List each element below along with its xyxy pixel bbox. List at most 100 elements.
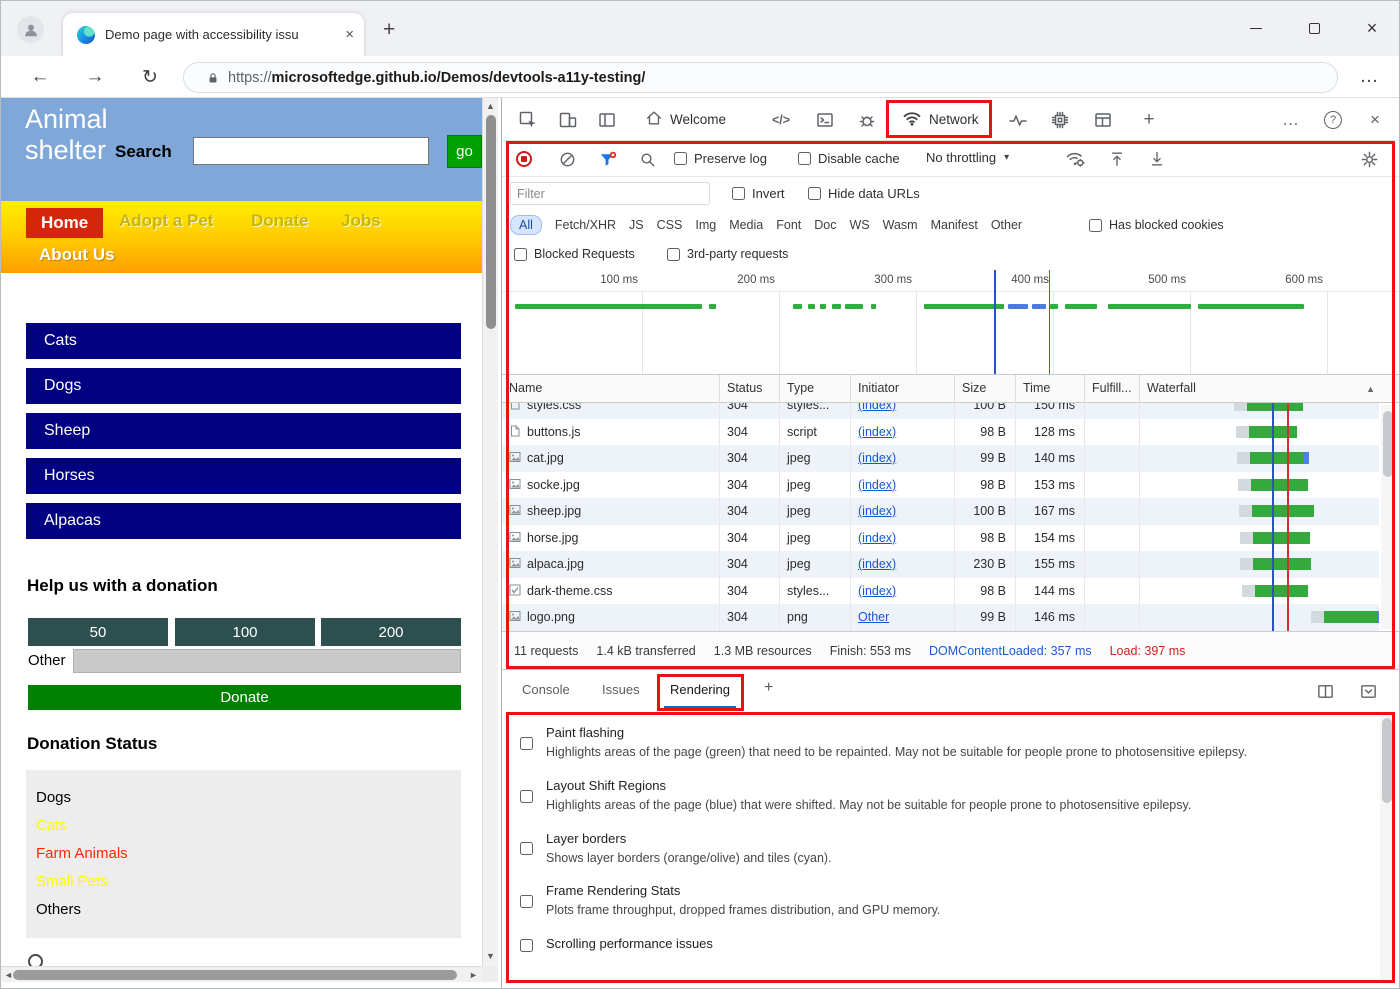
debugger-tab-icon[interactable] [856,109,878,131]
console-tab-icon[interactable] [814,109,836,131]
network-overview-timeline[interactable]: 100 ms200 ms300 ms400 ms500 ms600 ms [502,270,1400,375]
rendering-scrollbar[interactable] [1380,714,1394,984]
devtools-close-button[interactable]: × [1364,109,1386,131]
request-initiator-link[interactable]: (index) [850,525,954,552]
resource-filter-font[interactable]: Font [776,218,801,232]
resource-filter-other[interactable]: Other [991,218,1022,232]
drawer-tab-console[interactable]: Console [522,682,570,697]
active-browser-tab[interactable]: Demo page with accessibility issu × [63,13,364,56]
rendering-option-checkbox[interactable] [520,790,533,803]
scroll-down-icon[interactable]: ▼ [486,951,495,961]
network-request-row[interactable]: socke.jpg304jpeg(index)98 B153 ms [502,472,1379,499]
browser-menu-button[interactable]: … [1356,64,1382,90]
resource-filter-doc[interactable]: Doc [814,218,836,232]
rendering-option-checkbox[interactable] [520,842,533,855]
table-scrollbar[interactable] [1381,405,1395,629]
expand-drawer-icon[interactable] [1357,680,1379,702]
clear-network-log-icon[interactable] [556,148,578,170]
search-icon[interactable] [636,148,658,170]
add-drawer-tab-button[interactable]: + [764,679,773,697]
resource-filter-ws[interactable]: WS [849,218,869,232]
column-header-size[interactable]: Size [954,375,1015,403]
window-close-button[interactable]: × [1357,15,1387,41]
forward-button[interactable]: → [82,64,108,90]
column-header-status[interactable]: Status [719,375,779,403]
import-har-icon[interactable] [1106,148,1128,170]
memory-tab-icon[interactable] [1049,109,1071,131]
drawer-tab-rendering[interactable]: Rendering [670,682,730,697]
nav-item-jobs[interactable]: Jobs [341,211,381,231]
has-blocked-cookies-checkbox[interactable] [1089,219,1102,232]
invert-checkbox[interactable] [732,187,745,200]
nav-item-home[interactable]: Home [26,208,103,238]
animal-link-sheep[interactable]: Sheep [26,413,461,449]
blocked-requests-checkbox[interactable] [514,248,527,261]
devtools-help-button[interactable]: ? [1322,109,1344,131]
application-tab-icon[interactable] [1092,109,1114,131]
site-search-input[interactable] [193,137,429,165]
resource-filter-fetch-xhr[interactable]: Fetch/XHR [555,218,616,232]
nav-item-about-us[interactable]: About Us [39,245,115,265]
request-initiator-link[interactable]: (index) [850,403,954,419]
third-party-requests-checkbox[interactable] [667,248,680,261]
request-initiator-link[interactable]: (index) [850,551,954,578]
scroll-up-icon[interactable]: ▲ [486,101,495,111]
network-conditions-icon[interactable] [1064,148,1086,170]
request-initiator-link[interactable]: Other [850,604,954,631]
other-amount-input[interactable] [73,649,461,673]
resource-filter-css[interactable]: CSS [657,218,683,232]
network-request-row[interactable]: alpaca.jpg304jpeg(index)230 B155 ms [502,551,1379,578]
hide-data-urls-checkbox[interactable] [808,187,821,200]
export-har-icon[interactable] [1146,148,1168,170]
sort-indicator-icon[interactable]: ▲ [1366,384,1375,394]
request-initiator-link[interactable]: (index) [850,498,954,525]
more-tabs-button[interactable]: + [1138,109,1160,131]
network-request-row[interactable]: horse.jpg304jpeg(index)98 B154 ms [502,525,1379,552]
address-bar[interactable]: https://microsoftedge.github.io/Demos/de… [183,62,1338,93]
resource-filter-wasm[interactable]: Wasm [883,218,918,232]
page-horizontal-scrollbar[interactable]: ◄ ► [1,966,482,982]
column-header-waterfall[interactable]: Waterfall [1139,375,1379,403]
request-initiator-link[interactable]: (index) [850,472,954,499]
device-emulation-icon[interactable] [557,109,579,131]
drawer-tab-issues[interactable]: Issues [602,682,640,697]
profile-avatar-icon[interactable] [17,16,44,43]
maximize-button[interactable] [1299,15,1329,41]
rendering-option-checkbox[interactable] [520,939,533,952]
disable-cache-checkbox[interactable] [798,152,811,165]
request-initiator-link[interactable]: (index) [850,445,954,472]
nav-item-donate[interactable]: Donate [251,211,309,231]
drawer-layout-icon[interactable] [1314,680,1336,702]
rendering-option-checkbox[interactable] [520,737,533,750]
inspect-element-icon[interactable] [517,109,539,131]
preserve-log-checkbox[interactable] [674,152,687,165]
new-tab-button[interactable]: + [383,18,395,42]
network-filter-input[interactable] [510,182,710,205]
record-network-log-button[interactable] [516,151,532,167]
table-scroll-thumb[interactable] [1383,411,1393,477]
rendering-scroll-thumb[interactable] [1382,718,1392,803]
column-header-time[interactable]: Time [1015,375,1084,403]
devtools-menu-button[interactable]: … [1280,109,1302,131]
scroll-right-icon[interactable]: ► [469,970,478,980]
back-button[interactable]: ← [27,64,53,90]
network-request-row[interactable]: sheep.jpg304jpeg(index)100 B167 ms [502,498,1379,525]
search-go-button[interactable]: go [447,135,482,168]
animal-link-alpacas[interactable]: Alpacas [26,503,461,539]
reload-button[interactable]: ↻ [137,64,163,90]
donation-amount-200[interactable]: 200 [321,618,461,646]
elements-tab-icon[interactable]: </> [770,109,792,131]
activity-bar-icon[interactable] [596,109,618,131]
nav-item-adopt-a-pet[interactable]: Adopt a Pet [119,211,213,231]
network-request-row[interactable]: buttons.js304script(index)98 B128 ms [502,419,1379,446]
resource-filter-js[interactable]: JS [629,218,644,232]
resource-filter-all[interactable]: All [510,215,542,235]
donate-button[interactable]: Donate [28,685,461,710]
minimize-button[interactable] [1241,15,1271,41]
network-request-row[interactable]: dark-theme.css304styles...(index)98 B144… [502,578,1379,605]
page-vertical-scrollbar[interactable]: ▲ ▼ [482,98,498,966]
filter-icon[interactable] [596,148,618,170]
animal-link-horses[interactable]: Horses [26,458,461,494]
column-header-name[interactable]: Name [502,375,719,403]
throttling-select[interactable]: No throttling ▾ [926,150,1009,165]
